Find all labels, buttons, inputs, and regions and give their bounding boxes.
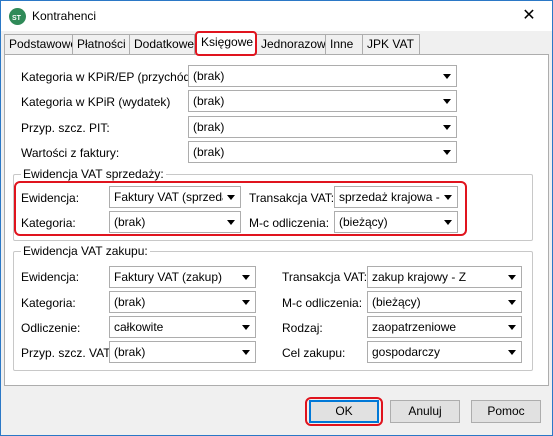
- przyp-szcz-pit-label: Przyp. szcz. PIT:: [21, 121, 110, 135]
- wartosci-z-faktury-combo[interactable]: (brak): [188, 141, 457, 163]
- purchase-rodzaj-combo[interactable]: zaopatrzeniowe: [367, 316, 522, 338]
- kategoria-przychod-combo[interactable]: (brak): [188, 65, 457, 87]
- purchase-transakcja-value: zakup krajowy - Z: [372, 270, 467, 284]
- purchase-rodzaj-value: zaopatrzeniowe: [372, 320, 457, 334]
- purchase-cel-value: gospodarczy: [372, 345, 441, 359]
- kategoria-wydatek-label: Kategoria w KPiR (wydatek): [21, 95, 171, 109]
- purchase-odliczenie-value: całkowite: [114, 320, 164, 334]
- purchase-kategoria-value: (brak): [114, 295, 146, 309]
- purchase-kategoria-label: Kategoria:: [21, 296, 76, 310]
- chevron-down-icon[interactable]: [504, 342, 521, 362]
- tab-jednorazowi[interactable]: Jednorazowi: [256, 34, 328, 55]
- purchase-przyp-szcz-vat-label: Przyp. szcz. VAT:: [21, 346, 113, 360]
- sales-kategoria-value: (brak): [114, 215, 146, 229]
- sales-mc-value: (bieżący): [339, 215, 388, 229]
- sales-kategoria-combo[interactable]: (brak): [109, 211, 241, 233]
- chevron-down-icon[interactable]: [238, 292, 255, 312]
- tab-inne[interactable]: Inne: [325, 34, 363, 55]
- chevron-down-icon[interactable]: [223, 187, 240, 207]
- purchase-mc-label: M-c odliczenia:: [282, 296, 363, 310]
- chevron-down-icon[interactable]: [223, 212, 240, 232]
- przyp-szcz-pit-combo[interactable]: (brak): [188, 116, 457, 138]
- purchase-ewidencja-combo[interactable]: Faktury VAT (zakup): [109, 266, 256, 288]
- chevron-down-icon[interactable]: [238, 317, 255, 337]
- svg-text:ST: ST: [12, 15, 22, 22]
- purchase-ewidencja-label: Ewidencja:: [21, 270, 80, 284]
- kategoria-wydatek-combo[interactable]: (brak): [188, 90, 457, 112]
- sales-mc-combo[interactable]: (bieżący): [334, 211, 458, 233]
- purchase-przyp-szcz-vat-value: (brak): [114, 345, 146, 359]
- purchase-ewidencja-value: Faktury VAT (zakup): [114, 270, 223, 284]
- purchase-rodzaj-label: Rodzaj:: [282, 321, 323, 335]
- chevron-down-icon[interactable]: [504, 292, 521, 312]
- purchase-mc-value: (bieżący): [372, 295, 421, 309]
- chevron-down-icon[interactable]: [238, 267, 255, 287]
- purchase-odliczenie-label: Odliczenie:: [21, 321, 81, 335]
- tab-dodatkowe[interactable]: Dodatkowe: [129, 34, 195, 55]
- kategoria-przychod-label: Kategoria w KPiR/EP (przychód):: [21, 70, 198, 84]
- purchase-cel-label: Cel zakupu:: [282, 346, 346, 360]
- tab-jpk-vat[interactable]: JPK VAT: [362, 34, 420, 55]
- purchase-odliczenie-combo[interactable]: całkowite: [109, 316, 256, 338]
- kategoria-wydatek-value: (brak): [193, 94, 225, 108]
- chevron-down-icon[interactable]: [504, 267, 521, 287]
- tab-ksiegowe[interactable]: Księgowe: [195, 31, 257, 56]
- cancel-button[interactable]: Anuluj: [390, 400, 460, 423]
- przyp-szcz-pit-value: (brak): [193, 120, 225, 134]
- sales-ewidencja-value: Faktury VAT (sprzedaż: [114, 190, 235, 204]
- purchase-kategoria-combo[interactable]: (brak): [109, 291, 256, 313]
- app-logo-icon: ST: [9, 8, 26, 25]
- kategoria-przychod-value: (brak): [193, 69, 225, 83]
- tab-podstawowe[interactable]: Podstawowe: [4, 34, 77, 55]
- sales-mc-label: M-c odliczenia:: [249, 216, 330, 230]
- help-button[interactable]: Pomoc: [471, 400, 541, 423]
- purchase-transakcja-combo[interactable]: zakup krajowy - Z: [367, 266, 522, 288]
- chevron-down-icon[interactable]: [439, 91, 456, 111]
- ok-button[interactable]: OK: [309, 400, 379, 423]
- wartosci-z-faktury-label: Wartości z faktury:: [21, 146, 120, 160]
- purchase-transakcja-label: Transakcja VAT:: [282, 270, 368, 284]
- sales-ewidencja-label: Ewidencja:: [21, 191, 80, 205]
- chevron-down-icon[interactable]: [440, 212, 457, 232]
- title-bar: ST Kontrahenci ✕: [1, 1, 552, 31]
- chevron-down-icon[interactable]: [439, 66, 456, 86]
- window-title: Kontrahenci: [32, 9, 97, 23]
- sales-transakcja-combo[interactable]: sprzedaż krajowa - S: [334, 186, 458, 208]
- sales-vat-group-title: Ewidencja VAT sprzedaży:: [21, 167, 166, 181]
- purchase-vat-group-title: Ewidencja VAT zakupu:: [21, 244, 150, 258]
- chevron-down-icon[interactable]: [439, 117, 456, 137]
- dialog-window: ST Kontrahenci ✕ Podstawowe Płatności Do…: [0, 0, 553, 436]
- purchase-cel-combo[interactable]: gospodarczy: [367, 341, 522, 363]
- chevron-down-icon[interactable]: [440, 187, 457, 207]
- close-icon[interactable]: ✕: [506, 1, 552, 31]
- tab-platnosci[interactable]: Płatności: [72, 34, 130, 55]
- sales-kategoria-label: Kategoria:: [21, 216, 76, 230]
- chevron-down-icon[interactable]: [238, 342, 255, 362]
- wartosci-z-faktury-value: (brak): [193, 145, 225, 159]
- sales-transakcja-label: Transakcja VAT:: [249, 191, 335, 205]
- chevron-down-icon[interactable]: [504, 317, 521, 337]
- chevron-down-icon[interactable]: [439, 142, 456, 162]
- ksiegowe-panel: Kategoria w KPiR/EP (przychód): (brak) K…: [4, 54, 549, 386]
- purchase-mc-combo[interactable]: (bieżący): [367, 291, 522, 313]
- sales-transakcja-value: sprzedaż krajowa - S: [339, 190, 452, 204]
- purchase-przyp-szcz-vat-combo[interactable]: (brak): [109, 341, 256, 363]
- sales-ewidencja-combo[interactable]: Faktury VAT (sprzedaż: [109, 186, 241, 208]
